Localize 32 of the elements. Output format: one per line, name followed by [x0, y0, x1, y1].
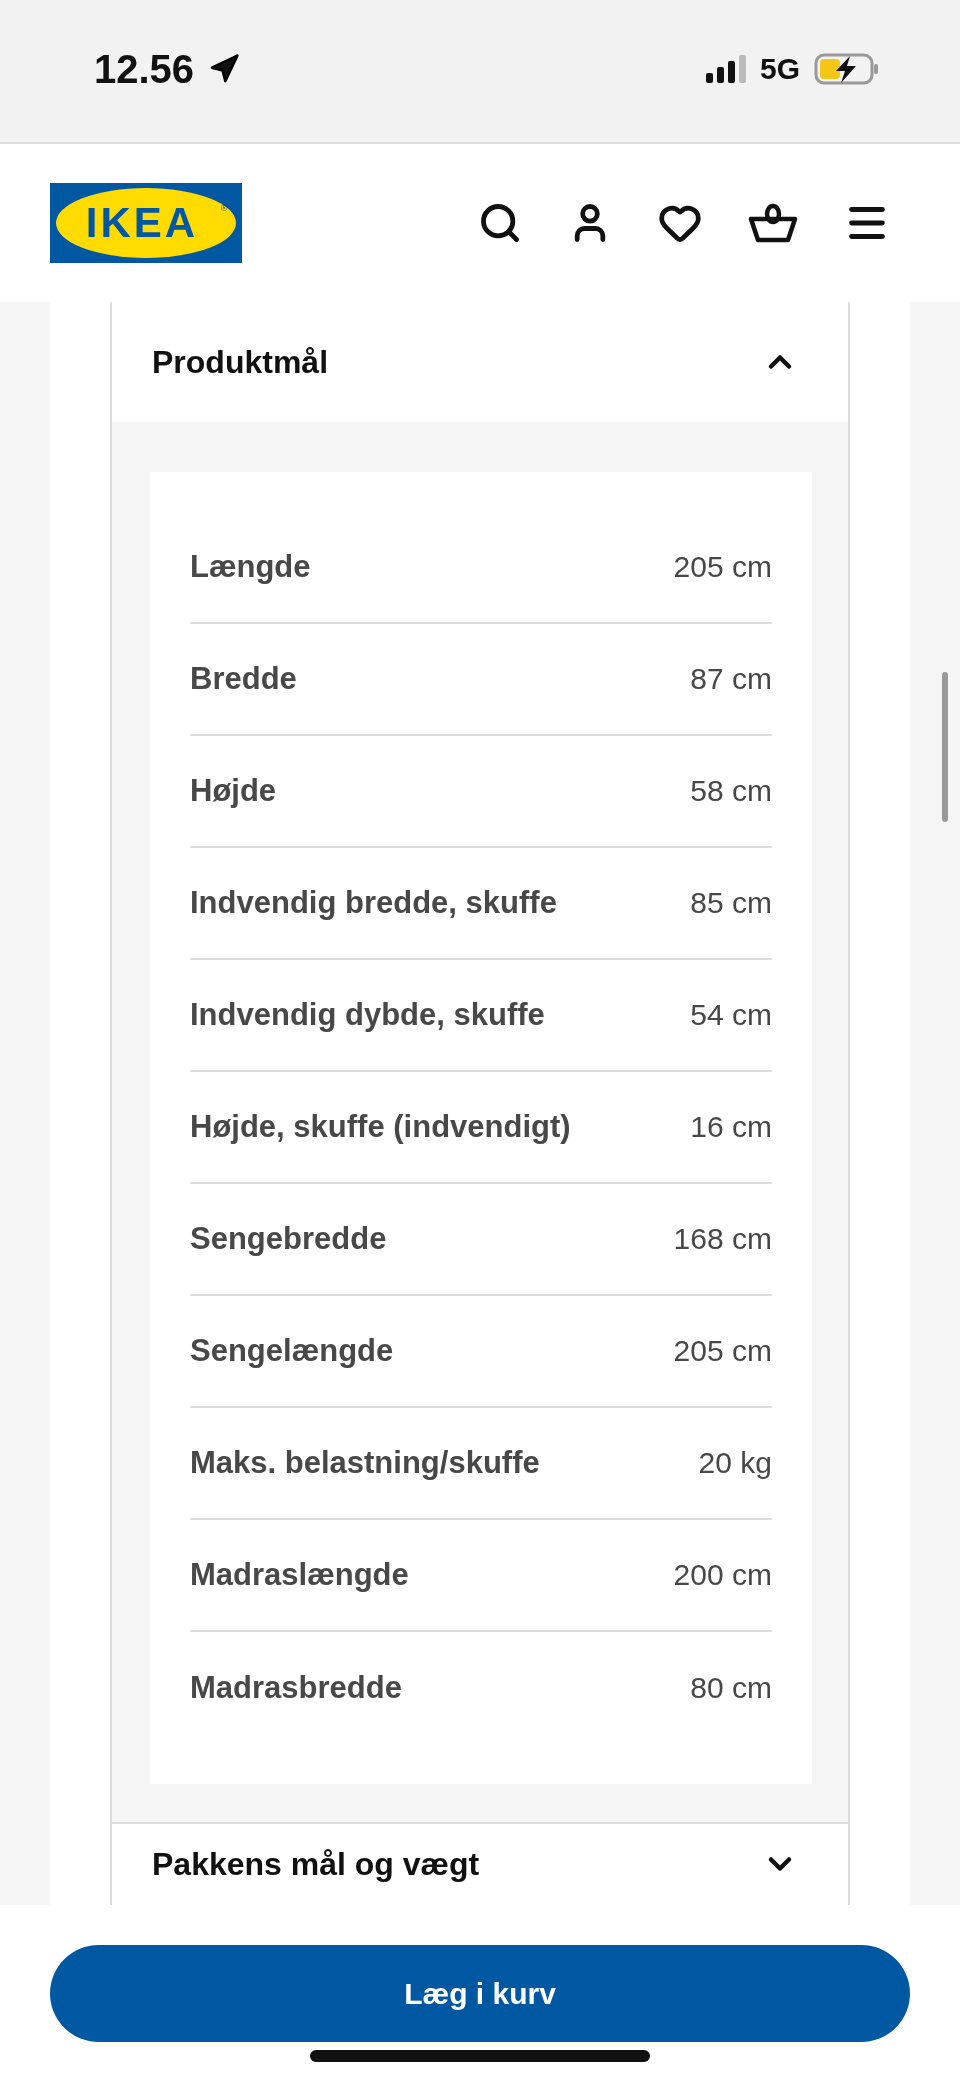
- basket-button[interactable]: [748, 202, 798, 244]
- dimension-value: 85 cm: [690, 886, 772, 920]
- signal-icon: [705, 55, 746, 83]
- dimension-label: Madraslængde: [190, 1557, 409, 1593]
- dimension-value: 54 cm: [690, 998, 772, 1032]
- dimension-label: Højde, skuffe (indvendigt): [190, 1109, 571, 1145]
- network-label: 5G: [759, 52, 800, 86]
- dimension-label: Bredde: [190, 661, 297, 697]
- dimension-value: 205 cm: [673, 550, 772, 584]
- dimension-value: 200 cm: [673, 1558, 772, 1592]
- dimension-value: 16 cm: [690, 1110, 772, 1144]
- location-arrow-icon: [208, 53, 241, 85]
- search-icon[interactable]: [478, 201, 522, 245]
- dimension-value: 168 cm: [673, 1222, 772, 1256]
- add-to-cart-button[interactable]: Læg i kurv: [50, 1945, 910, 2042]
- dimension-label: Længde: [190, 549, 311, 585]
- dimension-label: Højde: [190, 773, 277, 809]
- dimension-label: Sengebredde: [190, 1221, 387, 1257]
- dimension-value: 205 cm: [673, 1334, 772, 1368]
- dimension-value: 58 cm: [690, 774, 772, 808]
- dimension-value: 20 kg: [698, 1446, 772, 1480]
- section-title: Pakkens mål og vægt: [152, 1846, 480, 1883]
- dimension-label: Sengelængde: [190, 1333, 394, 1369]
- dimension-value: 87 cm: [690, 662, 772, 696]
- dimension-label: Indvendig bredde, skuffe: [190, 885, 557, 921]
- dimension-label: Indvendig dybde, skuffe: [190, 997, 545, 1033]
- dimension-label: Maks. belastning/skuffe: [190, 1445, 540, 1481]
- dimension-value: 80 cm: [690, 1671, 772, 1705]
- section-title: Produktmål: [152, 343, 329, 381]
- battery-charging-icon: [814, 53, 880, 85]
- dimension-label: Madrasbredde: [190, 1670, 402, 1706]
- status-time: 12.56: [94, 46, 195, 92]
